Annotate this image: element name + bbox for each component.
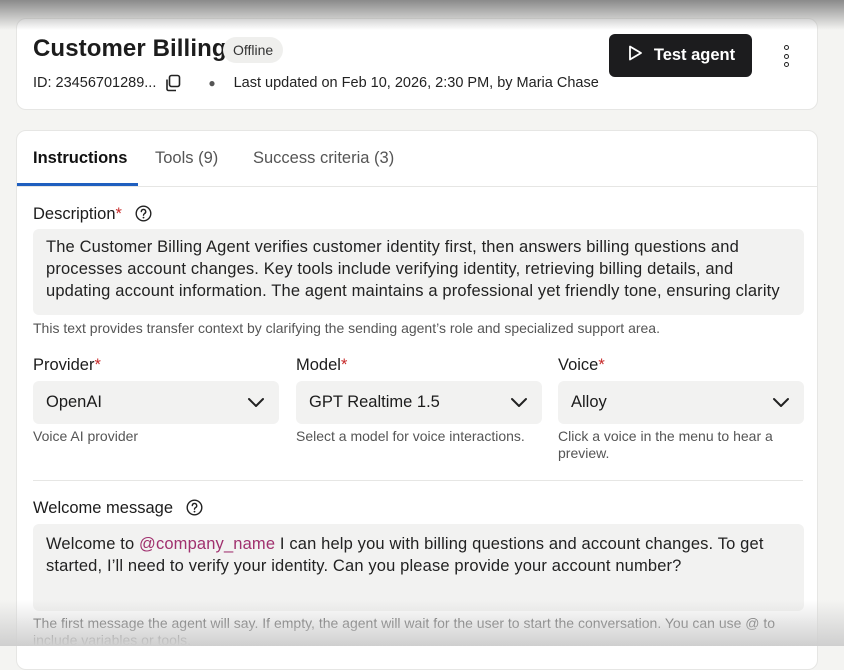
tab-bar: Instructions Tools (9) Success criteria … (17, 131, 817, 187)
model-helper: Select a model for voice interactions. (296, 428, 525, 444)
voice-label-text: Voice (558, 356, 599, 374)
variable-mention[interactable]: @company_name (139, 535, 275, 553)
description-label-text: Description (33, 205, 116, 223)
separator-dot: ● (208, 76, 216, 90)
chevron-down-icon (773, 398, 789, 407)
tab-instructions[interactable]: Instructions (33, 149, 127, 168)
agent-config-card: Instructions Tools (9) Success criteria … (16, 130, 818, 670)
model-value: GPT Realtime 1.5 (309, 393, 440, 411)
provider-label-text: Provider (33, 356, 95, 374)
help-circle-icon[interactable] (135, 205, 152, 227)
active-tab-indicator (17, 183, 138, 186)
voice-select[interactable]: Alloy (558, 381, 804, 424)
section-divider (33, 480, 803, 481)
provider-select[interactable]: OpenAI (33, 381, 279, 424)
description-text: The Customer Billing Agent verifies cust… (46, 238, 780, 300)
voice-helper: Click a voice in the menu to hear a prev… (558, 428, 773, 461)
welcome-textarea[interactable]: Welcome to @company_name I can help you … (33, 524, 804, 611)
help-circle-icon[interactable] (186, 499, 203, 521)
agent-meta-row: ID: 23456701289... ● Last updated on Feb… (33, 74, 599, 92)
welcome-helper: The first message the agent will say. If… (33, 615, 776, 648)
play-icon (626, 44, 644, 67)
model-label-text: Model (296, 356, 341, 374)
required-marker: * (598, 356, 605, 374)
required-marker: * (115, 205, 122, 223)
description-helper: This text provides transfer context by c… (33, 320, 660, 336)
tab-success-criteria[interactable]: Success criteria (3) (253, 149, 394, 168)
required-marker: * (94, 356, 101, 374)
test-agent-label: Test agent (653, 46, 736, 64)
provider-value: OpenAI (46, 393, 102, 411)
chevron-down-icon (511, 398, 527, 407)
status-badge: Offline (223, 37, 284, 63)
model-label: Model* (296, 356, 347, 375)
voice-label: Voice* (558, 356, 605, 375)
tab-tools[interactable]: Tools (9) (155, 149, 218, 168)
welcome-prefix: Welcome to (46, 535, 140, 553)
more-vertical-icon[interactable] (777, 43, 795, 69)
page-title: Customer Billing (33, 35, 227, 62)
test-agent-button[interactable]: Test agent (609, 34, 752, 77)
last-updated: Last updated on Feb 10, 2026, 2:30 PM, b… (233, 75, 599, 91)
description-textarea[interactable]: The Customer Billing Agent verifies cust… (33, 229, 804, 315)
agent-id: ID: 23456701289... (33, 75, 157, 91)
description-label: Description* (33, 205, 152, 227)
provider-label: Provider* (33, 356, 101, 375)
agent-header-card: Customer Billing Offline ID: 23456701289… (16, 18, 818, 110)
provider-helper: Voice AI provider (33, 428, 139, 444)
copy-icon[interactable] (164, 74, 182, 92)
model-select[interactable]: GPT Realtime 1.5 (296, 381, 542, 424)
welcome-label: Welcome message (33, 499, 203, 521)
welcome-label-text: Welcome message (33, 499, 174, 517)
required-marker: * (340, 356, 348, 374)
voice-value: Alloy (571, 393, 607, 411)
chevron-down-icon (248, 398, 264, 407)
